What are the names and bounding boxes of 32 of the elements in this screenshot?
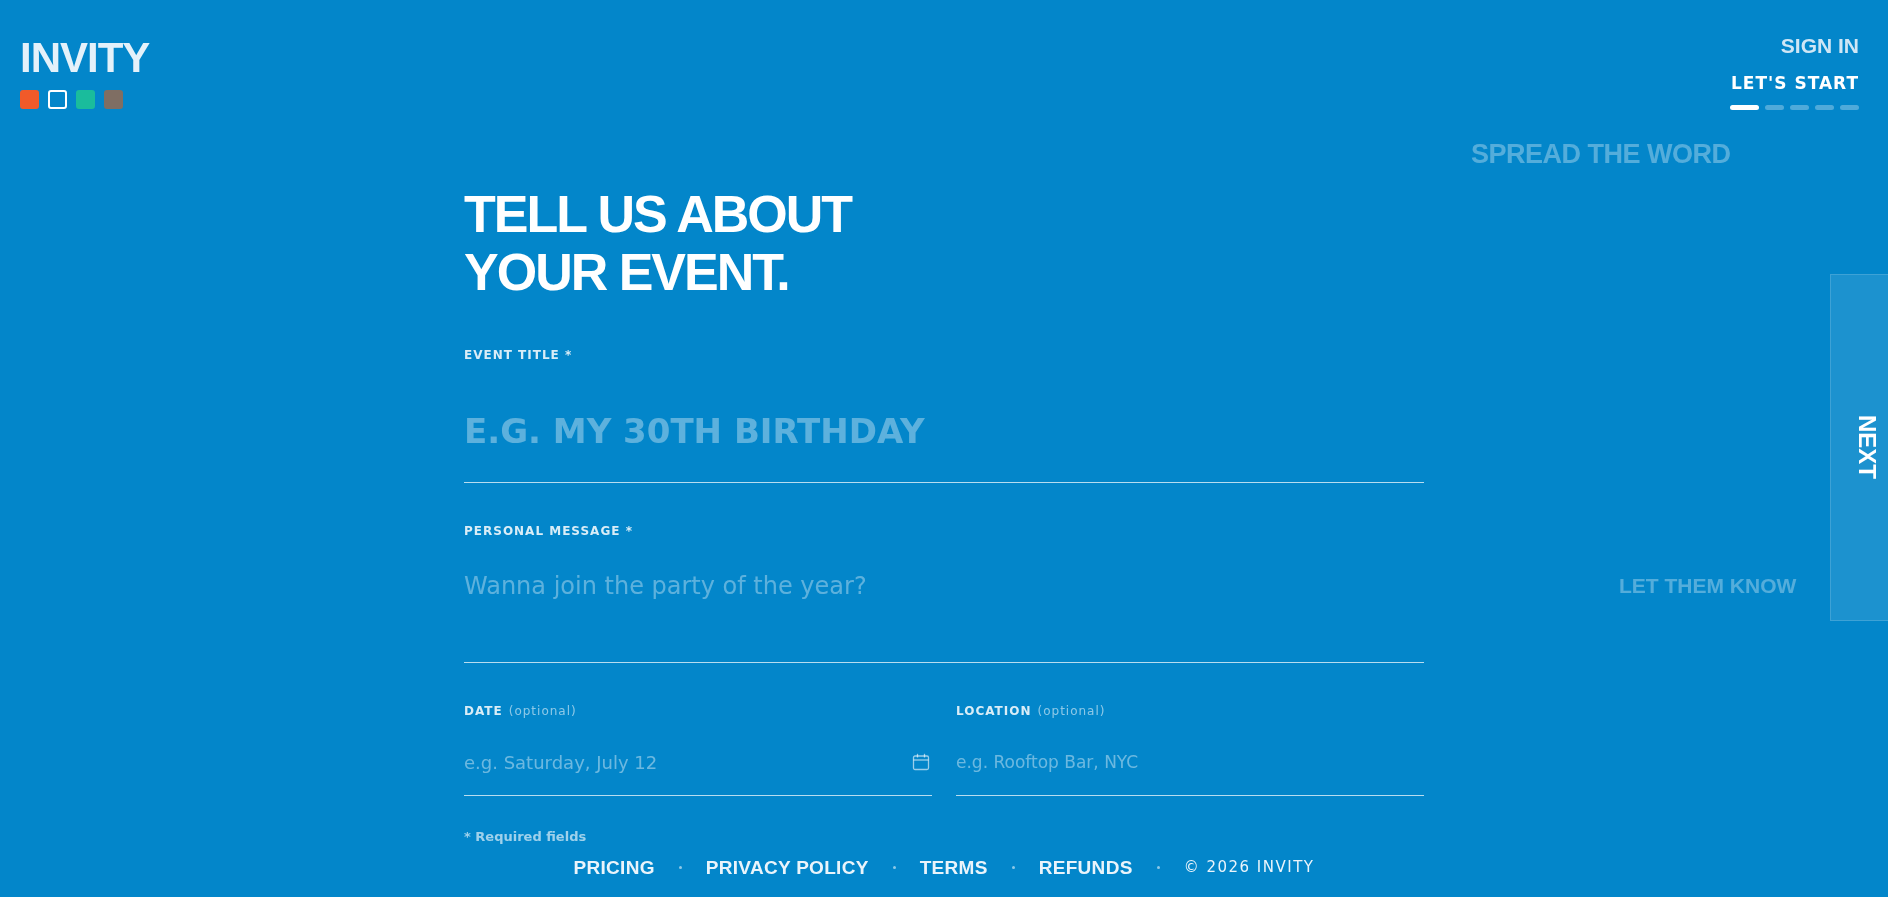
required-note: * Required fields — [464, 829, 588, 845]
textarea-field[interactable]: Wanna join the party of the year? — [464, 563, 1424, 663]
step-title: LET THEM KNOW — [1619, 574, 1797, 598]
next-button[interactable]: NEXT — [1830, 274, 1888, 621]
date-field[interactable]: e.g. Saturday, July 12 — [464, 729, 932, 796]
separator-dot-icon — [678, 866, 682, 869]
footer-link[interactable]: PRICING — [573, 856, 655, 879]
footer-link[interactable]: REFUNDS — [1038, 856, 1133, 879]
logo[interactable]: INVITY — [20, 37, 150, 79]
field-label: LOCATION — [956, 703, 1032, 719]
separator-dot-icon — [1156, 866, 1160, 869]
separator-dot-icon — [892, 866, 896, 869]
input-field[interactable]: e.g. Rooftop Bar, NYC — [956, 729, 1424, 796]
footer-link[interactable]: TERMS — [919, 856, 988, 879]
sign-in-link[interactable]: SIGN IN — [1780, 33, 1859, 58]
copyright-text: © 2026 INVITY — [1183, 857, 1315, 878]
input-field[interactable]: E.G. MY 30TH BIRTHDAY — [464, 379, 1424, 483]
optional-note: (optional) — [508, 703, 577, 719]
optional-note: (optional) — [1037, 703, 1106, 719]
step-title: SPREAD THE WORD — [1471, 139, 1731, 169]
color-swatch-icon[interactable] — [76, 90, 95, 109]
page-heading: TELL US ABOUT YOUR EVENT. — [464, 185, 853, 301]
field-label: EVENT TITLE * — [464, 347, 573, 363]
color-swatch-icon[interactable] — [20, 90, 39, 109]
calendar-icon[interactable] — [912, 753, 930, 771]
field-label: PERSONAL MESSAGE * — [464, 523, 633, 539]
color-swatch-icon[interactable] — [48, 90, 67, 109]
footer-link[interactable]: PRIVACY POLICY — [705, 856, 869, 879]
current-step-title: LET'S START — [1731, 73, 1859, 93]
field-label: DATE — [464, 703, 503, 719]
separator-dot-icon — [1011, 866, 1015, 869]
color-swatch-icon[interactable] — [104, 90, 123, 109]
